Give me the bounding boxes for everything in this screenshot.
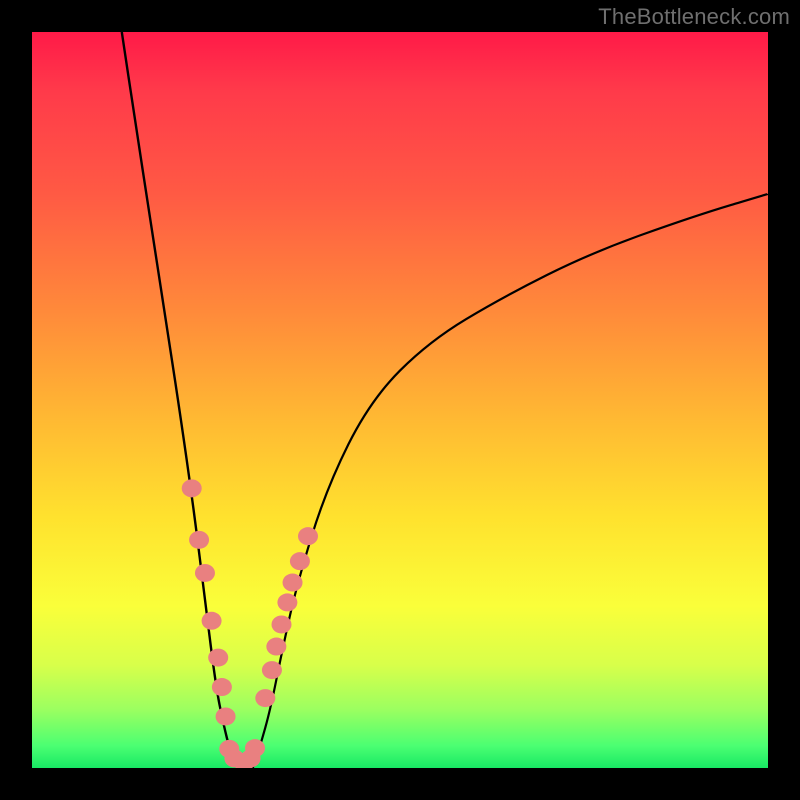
marker-dot (202, 612, 222, 630)
marker-dot (195, 564, 215, 582)
marker-dot (272, 615, 292, 633)
marker-dot (290, 552, 310, 570)
marker-dot (262, 661, 282, 679)
marker-dot (298, 527, 318, 545)
curve-right-path (253, 194, 768, 768)
marker-dot (216, 707, 236, 725)
marker-dot (266, 638, 286, 656)
marker-dot (255, 689, 275, 707)
chart-plot-area (32, 32, 768, 768)
curve-markers (182, 479, 318, 768)
marker-dot (245, 739, 265, 757)
marker-dot (208, 649, 228, 667)
marker-dot (182, 479, 202, 497)
marker-dot (189, 531, 209, 549)
watermark-text: TheBottleneck.com (598, 4, 790, 30)
marker-dot (277, 593, 297, 611)
chart-svg (32, 32, 768, 768)
marker-dot (283, 574, 303, 592)
outer-frame: TheBottleneck.com (0, 0, 800, 800)
curve-right (253, 194, 768, 768)
marker-dot (212, 678, 232, 696)
